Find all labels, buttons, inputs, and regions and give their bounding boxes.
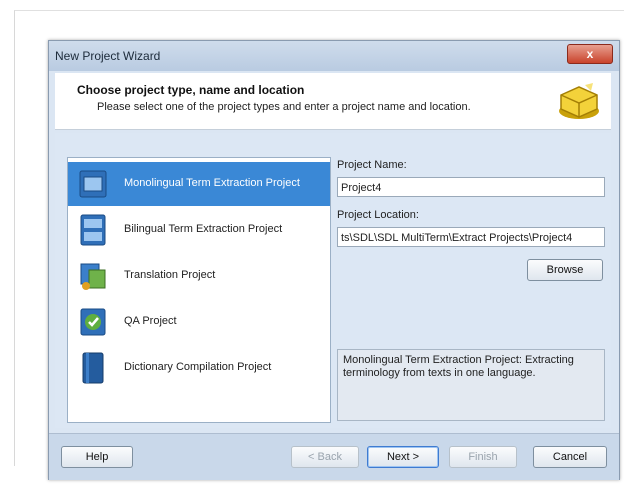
next-button[interactable]: Next > (367, 446, 439, 468)
project-type-label: Dictionary Compilation Project (124, 361, 272, 373)
button-bar: Help < Back Next > Finish Cancel (49, 433, 619, 480)
bilingual-icon (80, 214, 106, 246)
window-title: New Project Wizard (55, 49, 161, 63)
finish-button[interactable]: Finish (449, 446, 517, 468)
project-type-bilingual[interactable]: Bilingual Term Extraction Project (68, 208, 330, 252)
title-bar: New Project Wizard x (49, 41, 619, 71)
qa-icon (80, 308, 106, 336)
wizard-header: Choose project type, name and location P… (55, 73, 611, 130)
project-location-label: Project Location: (337, 209, 419, 221)
project-type-label: QA Project (124, 315, 177, 327)
wizard-icon (559, 83, 599, 119)
help-button[interactable]: Help (61, 446, 133, 468)
project-type-translation[interactable]: Translation Project (68, 254, 330, 298)
header-title: Choose project type, name and location (77, 83, 305, 97)
project-name-input[interactable]: Project4 (337, 177, 605, 197)
project-location-input[interactable]: ts\SDL\SDL MultiTerm\Extract Projects\Pr… (337, 227, 605, 247)
project-type-label: Translation Project (124, 269, 216, 281)
browse-button[interactable]: Browse (527, 259, 603, 281)
new-project-wizard-dialog: New Project Wizard x Choose project type… (48, 40, 620, 480)
close-button[interactable]: x (567, 44, 613, 64)
back-button[interactable]: < Back (291, 446, 359, 468)
translation-icon (80, 263, 106, 290)
project-type-list[interactable]: Monolingual Term Extraction Project Bili… (67, 157, 331, 423)
monolingual-icon (79, 170, 107, 198)
project-type-qa[interactable]: QA Project (68, 300, 330, 344)
project-type-dictionary[interactable]: Dictionary Compilation Project (68, 346, 330, 390)
project-type-monolingual[interactable]: Monolingual Term Extraction Project (68, 162, 330, 206)
project-name-label: Project Name: (337, 159, 407, 171)
header-subtitle: Please select one of the project types a… (97, 101, 471, 113)
wizard-body: Monolingual Term Extraction Project Bili… (55, 133, 611, 428)
dictionary-icon (82, 352, 104, 384)
project-type-label: Bilingual Term Extraction Project (124, 223, 283, 235)
project-type-label: Monolingual Term Extraction Project (124, 177, 300, 189)
project-description: Monolingual Term Extraction Project: Ext… (337, 349, 605, 421)
cancel-button[interactable]: Cancel (533, 446, 607, 468)
